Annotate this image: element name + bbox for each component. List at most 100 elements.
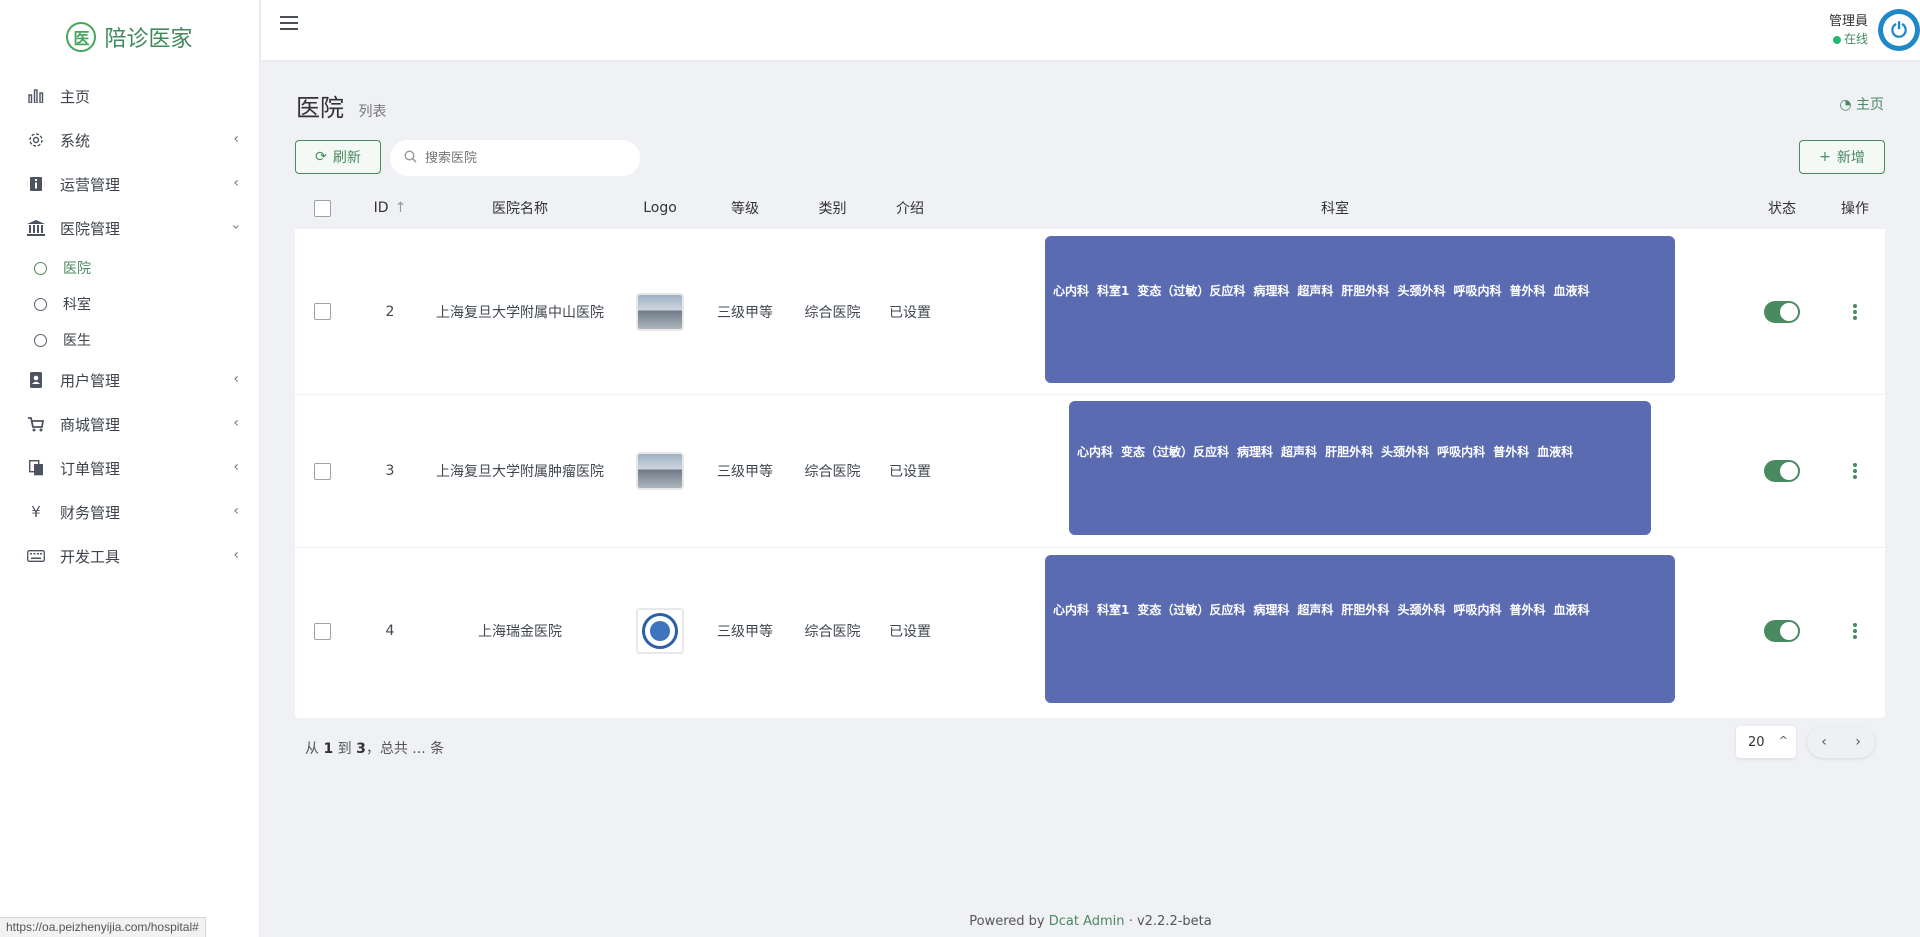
menu-toggle-icon[interactable]	[280, 16, 298, 34]
col-header-intro: 介绍	[875, 188, 945, 228]
avatar[interactable]: ⏻	[1878, 9, 1920, 51]
sidebar-item-label: 财务管理	[60, 503, 121, 522]
sidebar-item-hospital-management[interactable]: 医院管理 ‹	[0, 206, 259, 250]
sidebar-item-order-management[interactable]: 订单管理 ‹	[0, 446, 259, 490]
row-checkbox[interactable]	[313, 462, 331, 480]
status-toggle[interactable]	[1764, 460, 1800, 482]
breadcrumb[interactable]: ◔ 主页	[1839, 94, 1884, 114]
col-header-action: 操作	[1825, 188, 1885, 228]
cell-intro: 已设置	[889, 304, 931, 321]
online-dot-icon	[1832, 35, 1841, 44]
more-actions-icon[interactable]	[1853, 623, 1857, 639]
bank-icon	[26, 218, 46, 238]
select-all-checkbox[interactable]	[313, 199, 331, 217]
top-navbar: 管理員 在线 ⏻	[261, 0, 1920, 60]
chevron-left-icon: ‹	[233, 503, 239, 519]
sidebar-item-label: 系统	[60, 131, 91, 150]
cell-grade: 三级甲等	[717, 624, 773, 640]
hospital-logo-image[interactable]	[636, 292, 684, 331]
user-info: 管理員 在线	[1829, 13, 1868, 47]
per-page-select[interactable]: 20 ^	[1736, 726, 1796, 758]
col-header-id[interactable]: ID ↑	[360, 188, 420, 228]
sidebar-item-mall-management[interactable]: 商城管理 ‹	[0, 402, 259, 446]
plus-icon: +	[1819, 149, 1831, 165]
status-toggle[interactable]	[1764, 620, 1800, 642]
sidebar: 医 陪诊医家 主页 系统 ‹ 运营管理 ‹ 医院管理 ‹ 医院 科室 医生 用户…	[0, 0, 260, 937]
search-icon	[404, 149, 417, 167]
cell-action	[1825, 548, 1885, 714]
footer-brand-link[interactable]: Dcat Admin	[1049, 914, 1125, 929]
refresh-icon: ⟳	[315, 149, 327, 165]
circle-icon	[34, 261, 47, 275]
sidebar-item-finance-management[interactable]: ¥ 财务管理 ‹	[0, 490, 259, 534]
cell-logo	[630, 548, 690, 714]
row-checkbox[interactable]	[313, 303, 331, 320]
cell-logo	[630, 229, 690, 394]
more-actions-icon[interactable]	[1853, 303, 1857, 320]
footer-powered-by: Powered by	[969, 914, 1045, 929]
logo-mark-icon: 医	[66, 22, 97, 52]
row-checkbox[interactable]	[313, 622, 331, 640]
sidebar-item-system[interactable]: 系统 ‹	[0, 118, 259, 162]
dept-tag: 病理科	[1253, 284, 1290, 298]
dept-tag: 变态（过敏）反应科	[1121, 445, 1230, 459]
dept-tag: 心内科	[1053, 603, 1090, 617]
table-header: ID ↑ 医院名称 Logo 等级 类别 介绍 科室 状态 操作	[295, 188, 1885, 228]
refresh-button[interactable]: ⟳ 刷新	[295, 140, 381, 174]
sidebar-subitem-label: 医院	[63, 261, 91, 277]
add-hospital-button[interactable]: + 新增	[1799, 140, 1885, 174]
app-name: 陪诊医家	[104, 27, 193, 52]
sort-arrow-up-icon[interactable]: ↑	[395, 200, 407, 216]
sidebar-subitem-label: 科室	[63, 297, 91, 313]
dept-tag: 血液科	[1537, 445, 1574, 459]
cell-grade: 三级甲等	[717, 464, 773, 480]
dept-tag: 普外科	[1509, 284, 1546, 298]
sidebar-item-label: 主页	[60, 87, 91, 106]
sidebar-subitem-doctor[interactable]: 医生	[0, 322, 259, 358]
status-toggle[interactable]	[1764, 300, 1800, 323]
dept-tag: 血液科	[1553, 284, 1590, 298]
status-bar-url: https://oa.peizhenyijia.com/hospital#	[0, 917, 206, 937]
next-page-icon[interactable]: ›	[1855, 734, 1861, 750]
prev-page-icon[interactable]: ‹	[1821, 734, 1827, 750]
cell-logo	[630, 395, 690, 547]
sidebar-subitem-label: 医生	[63, 333, 91, 349]
pagination-prefix: 从	[305, 741, 319, 757]
sidebar-item-home[interactable]: 主页	[0, 74, 259, 118]
col-header-dept: 科室	[985, 188, 1685, 228]
hospital-logo-image[interactable]	[636, 452, 684, 490]
gear-icon	[26, 130, 46, 150]
sidebar-item-label: 用户管理	[60, 371, 121, 390]
hospital-logo-image[interactable]	[636, 608, 684, 654]
dept-tag: 心内科	[1053, 284, 1090, 298]
dept-tag: 血液科	[1553, 603, 1590, 617]
sidebar-item-user-management[interactable]: 用户管理 ‹	[0, 358, 259, 402]
sidebar-item-label: 运营管理	[60, 175, 121, 194]
circle-icon	[34, 333, 47, 347]
row-select-cell	[310, 548, 334, 714]
sidebar-item-operations[interactable]: 运营管理 ‹	[0, 162, 259, 206]
hospital-submenu: 医院 科室 医生	[0, 250, 259, 358]
footer: Powered by Dcat Admin · v2.2.2-beta	[261, 914, 1920, 929]
col-header-name: 医院名称	[420, 188, 620, 228]
user-menu[interactable]: 管理員 在线 ⏻	[1829, 0, 1920, 60]
pagination-from: 1	[323, 741, 334, 757]
select-all-cell	[310, 188, 334, 228]
search-input[interactable]	[425, 150, 605, 166]
search-box[interactable]	[390, 140, 640, 176]
cell-intro: 已设置	[889, 464, 931, 480]
sidebar-subitem-department[interactable]: 科室	[0, 286, 259, 322]
app-logo[interactable]: 医 陪诊医家	[0, 0, 259, 74]
bar-chart-icon	[26, 86, 46, 106]
sidebar-subitem-hospital[interactable]: 医院	[0, 250, 259, 286]
more-actions-icon[interactable]	[1853, 463, 1857, 479]
pagination-to: 3	[356, 741, 366, 757]
page-header: 医院 列表 ◔ 主页	[296, 88, 1884, 122]
sidebar-item-dev-tools[interactable]: 开发工具 ‹	[0, 534, 259, 578]
toggle-knob	[1780, 622, 1798, 640]
user-status: 在线	[1829, 31, 1868, 47]
add-label: 新增	[1836, 150, 1865, 166]
footer-version: · v2.2.2-beta	[1128, 914, 1212, 929]
dept-tag: 病理科	[1237, 445, 1274, 459]
table-row: 2 上海复旦大学附属中山医院 三级甲等 综合医院 已设置 心内科 科室1 变态（过敏…	[295, 228, 1885, 394]
